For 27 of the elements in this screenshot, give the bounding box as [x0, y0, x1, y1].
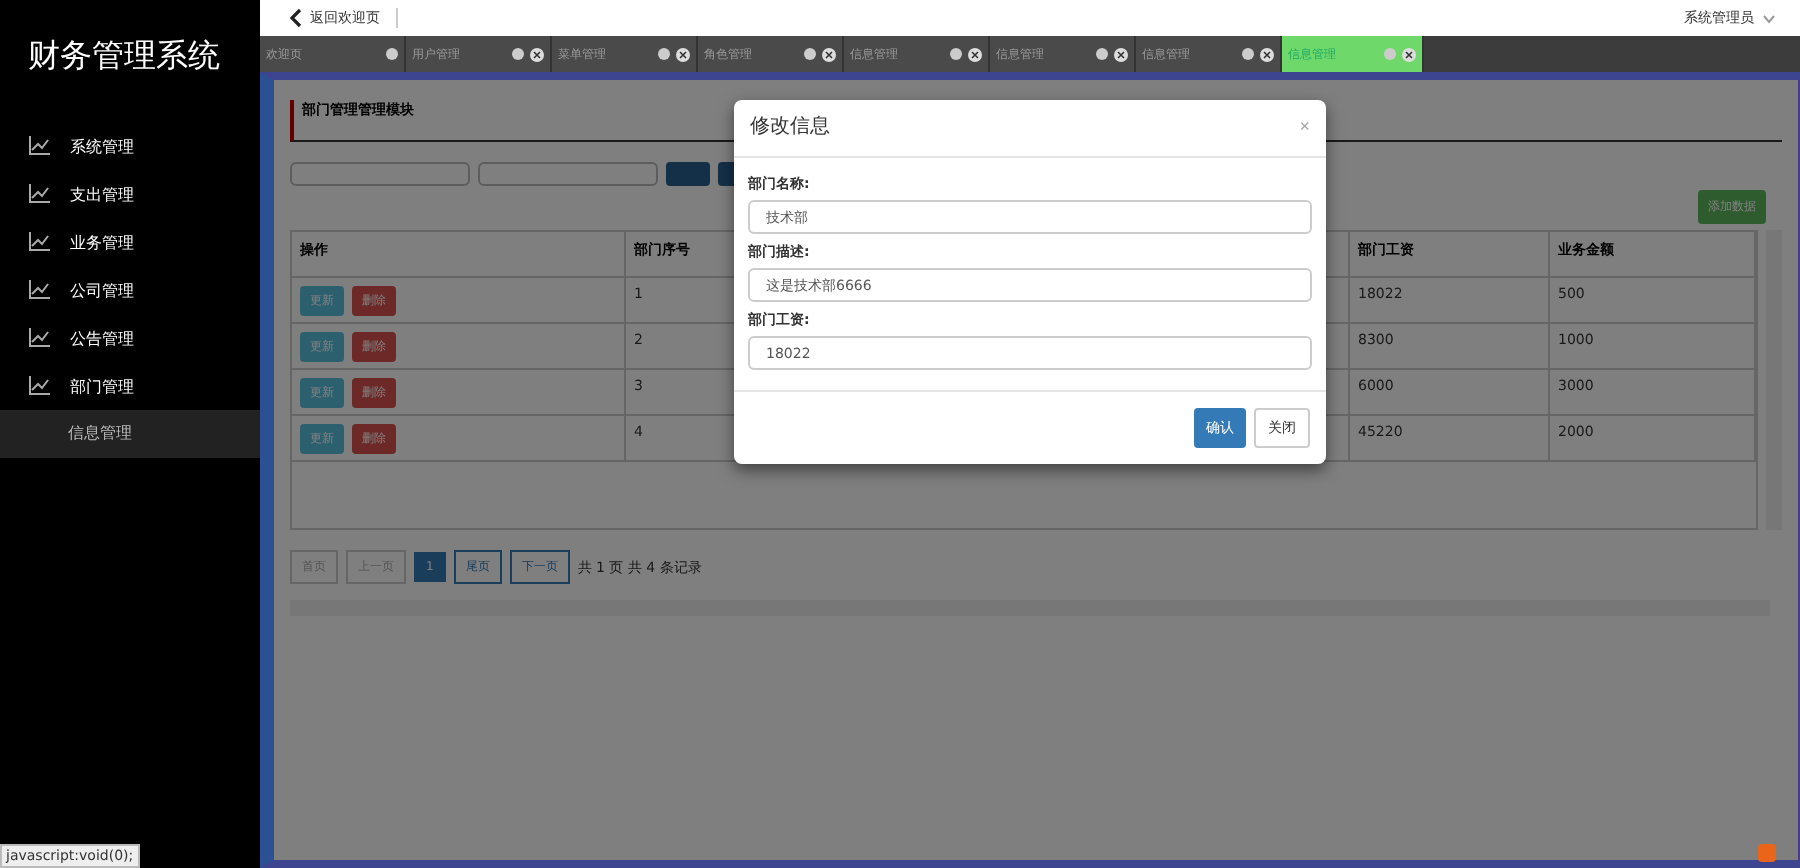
- chart-icon: [28, 376, 50, 396]
- close-icon[interactable]: [530, 47, 544, 61]
- sidebar-item[interactable]: 部门管理: [0, 362, 260, 410]
- search-field[interactable]: [478, 162, 658, 186]
- chevron-left-icon: [288, 8, 302, 28]
- app-title: 财务管理系统: [26, 34, 222, 78]
- chart-icon: [28, 184, 50, 204]
- close-button[interactable]: ×: [1299, 116, 1310, 136]
- chart-icon: [28, 136, 50, 156]
- close-icon[interactable]: [822, 47, 836, 61]
- search-field[interactable]: [290, 162, 470, 186]
- close-icon[interactable]: [968, 47, 982, 61]
- caret-icon: [1762, 13, 1776, 23]
- sidebar-item[interactable]: 业务管理: [0, 218, 260, 266]
- sidebar-item[interactable]: 系统管理: [0, 122, 260, 170]
- sidebar-subitem[interactable]: 信息管理: [0, 410, 260, 458]
- chart-icon: [28, 232, 50, 252]
- chart-icon: [28, 280, 50, 300]
- close-icon[interactable]: [1114, 47, 1128, 61]
- sidebar-item[interactable]: 公告管理: [0, 314, 260, 362]
- close-icon[interactable]: [1260, 47, 1274, 61]
- close-icon[interactable]: [676, 47, 690, 61]
- sidebar-item[interactable]: 公司管理: [0, 266, 260, 314]
- dialog-title: 修改信息: [750, 113, 830, 140]
- sidebar-item[interactable]: 支出管理: [0, 170, 260, 218]
- chart-icon: [28, 328, 50, 348]
- close-icon[interactable]: [1402, 47, 1416, 61]
